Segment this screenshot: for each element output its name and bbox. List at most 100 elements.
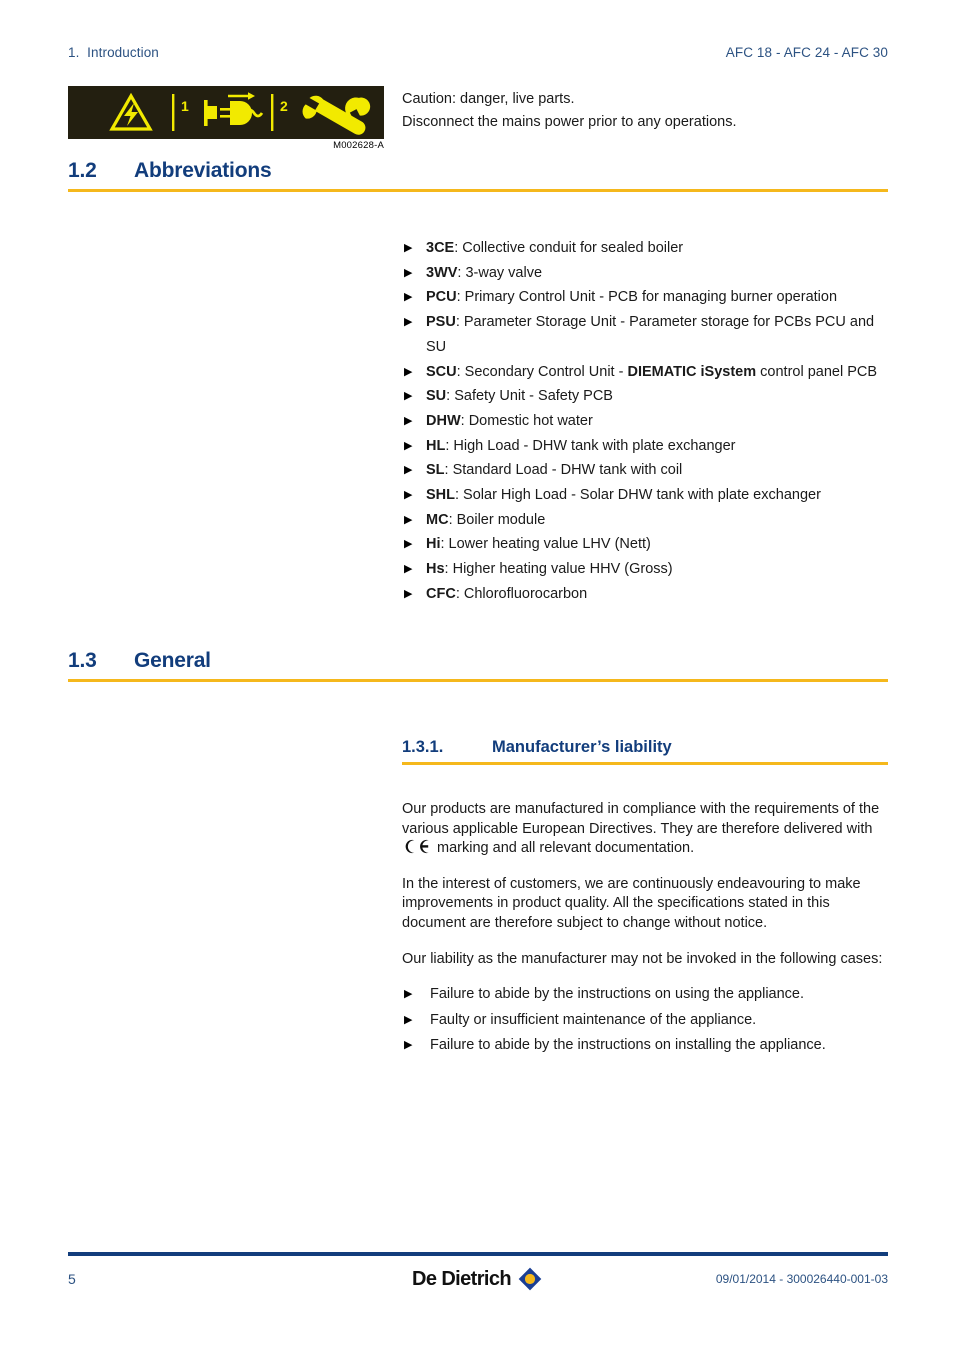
abbreviation-term: DHW [426,412,461,429]
triangle-bullet-icon: ▶ [404,1013,413,1026]
abbreviation-item: ▶ DHW: Domestic hot water [402,409,892,434]
page-number: 5 [68,1271,76,1287]
liability-bullet-list: ▶ Failure to abide by the instructions on… [402,982,892,1059]
brand-logo: De Dietrich [268,1265,688,1293]
liability-paragraph-1-after: marking and all relevant documentation. [433,840,695,857]
abbreviation-text: HL: High Load - DHW tank with plate exch… [426,437,736,454]
triangle-bullet-icon: ▶ [404,439,413,452]
abbreviation-text: 3CE: Collective conduit for sealed boile… [426,240,684,256]
section-heading-general: 1.3 General [68,649,888,682]
triangle-bullet-icon: ▶ [404,414,413,427]
header-chapter-label: 1. Introduction [68,45,159,60]
abbreviation-item: ▶ CFC: Chlorofluorocarbon [402,582,892,607]
triangle-bullet-icon: ▶ [404,316,413,329]
subsection-heading-liability: 1.3.1. Manufacturer’s liability [402,738,888,765]
warning-pictogram-block: 1 2 M002628-A [68,86,384,152]
triangle-bullet-icon: ▶ [404,587,413,600]
abbreviation-term: CFC [426,585,456,602]
abbreviation-text: Hs: Higher heating value HHV (Gross) [426,561,673,578]
liability-bullet-text: Failure to abide by the instructions on … [430,986,805,1003]
liability-bullet-item: ▶ Failure to abide by the instructions on… [402,982,892,1008]
document-page: 1. Introduction AFC 18 - AFC 24 - AFC 30… [0,0,954,1350]
abbreviation-item: ▶ MC: Boiler module [402,508,892,533]
abbreviation-item: ▶ SU: Safety Unit - Safety PCB [402,384,892,409]
abbreviation-emphasis: DIEMATIC iSystem [627,363,757,380]
abbreviation-term: MC [426,511,449,528]
warning-figure-caption: M002628-A [333,140,384,151]
abbreviation-item: ▶ Hs: Higher heating value HHV (Gross) [402,557,892,582]
abbreviation-text: Hi: Lower heating value LHV (Nett) [426,536,651,553]
abbreviation-text: PSU: Parameter Storage Unit - Parameter … [426,314,875,355]
liability-paragraph-1: Our products are manufactured in complia… [402,800,892,859]
diamond-logo-icon [518,1267,542,1291]
liability-paragraph-1-before: Our products are manufactured in complia… [402,801,880,837]
abbreviation-item: ▶ HL: High Load - DHW tank with plate exc… [402,434,892,459]
liability-body: Our products are manufactured in complia… [402,800,892,1059]
abbreviation-text: SCU: Secondary Control Unit - DIEMATIC i… [426,363,878,380]
abbreviation-item: ▶ PSU: Parameter Storage Unit - Parameter… [402,310,892,359]
warning-text-line-1: Caution: danger, live parts. [402,91,575,107]
page-header: 1. Introduction AFC 18 - AFC 24 - AFC 30 [68,45,888,60]
section-number: 1.3 [68,649,97,672]
triangle-bullet-icon: ▶ [404,291,413,304]
triangle-bullet-icon: ▶ [404,538,413,551]
abbreviation-term: SU [426,388,447,405]
section-title: Abbreviations [134,159,272,182]
section-number: 1.2 [68,159,97,182]
abbreviation-item: ▶ PCU: Primary Control Unit - PCB for man… [402,285,892,310]
abbreviation-text: SU: Safety Unit - Safety PCB [426,388,613,405]
warning-text: Caution: danger, live parts. Disconnect … [402,88,892,134]
liability-paragraph-3: Our liability as the manufacturer may no… [402,950,883,967]
abbreviation-item: ▶ SHL: Solar High Load - Solar DHW tank w… [402,483,892,508]
triangle-bullet-icon: ▶ [404,513,413,526]
triangle-bullet-icon: ▶ [404,1039,413,1052]
liability-bullet-item: ▶ Faulty or insufficient maintenance of t… [402,1008,892,1034]
liability-bullet-text: Faulty or insufficient maintenance of th… [430,1011,757,1028]
abbreviation-text: 3WV: 3-way valve [426,264,543,281]
liability-paragraph-2: In the interest of customers, we are con… [402,875,861,931]
section-rule [68,189,888,192]
triangle-bullet-icon: ▶ [404,464,413,477]
triangle-bullet-icon: ▶ [404,266,413,279]
abbreviation-item: ▶ SL: Standard Load - DHW tank with coil [402,458,892,483]
triangle-bullet-icon: ▶ [404,489,413,502]
electrical-hazard-icon: 1 2 [68,86,384,139]
subsection-rule [402,762,888,765]
abbreviation-term: 3WV [426,264,458,281]
section-title: General [134,649,211,672]
section-heading-abbreviations: 1.2 Abbreviations [68,159,888,192]
triangle-bullet-icon: ▶ [404,988,413,1001]
header-product-label: AFC 18 - AFC 24 - AFC 30 [725,45,888,60]
abbreviation-text: CFC: Chlorofluorocarbon [426,585,588,602]
abbreviation-term: PCU [426,289,457,306]
triangle-bullet-icon: ▶ [404,242,413,254]
abbreviation-term: HL [426,437,446,454]
subsection-number: 1.3.1. [402,738,444,756]
abbreviation-text: PCU: Primary Control Unit - PCB for mana… [426,289,838,306]
abbreviation-item: ▶ Hi: Lower heating value LHV (Nett) [402,532,892,557]
ce-marking-icon [405,840,429,854]
abbreviation-term: Hs [426,561,445,578]
abbreviation-term: SL [426,462,445,479]
abbreviation-text: SHL: Solar High Load - Solar DHW tank wi… [426,487,821,504]
abbreviation-item: ▶ SCU: Secondary Control Unit - DIEMATIC … [402,360,892,385]
document-reference: 09/01/2014 - 300026440-001-03 [715,1272,888,1286]
abbreviation-term: Hi [426,536,441,553]
section-rule [68,679,888,682]
abbreviation-term: PSU [426,314,456,331]
liability-bullet-item: ▶ Failure to abide by the instructions on… [402,1033,892,1059]
abbreviation-text: SL: Standard Load - DHW tank with coil [426,462,683,479]
abbreviation-text: DHW: Domestic hot water [426,412,593,429]
abbreviation-term: 3CE [426,240,455,256]
svg-text:2: 2 [280,98,288,114]
abbreviation-text: MC: Boiler module [426,511,546,528]
abbreviations-list: ▶ 3CE: Collective conduit for sealed boil… [402,236,892,607]
abbreviation-term: SCU [426,363,457,380]
triangle-bullet-icon: ▶ [404,563,413,576]
triangle-bullet-icon: ▶ [404,365,413,378]
svg-text:1: 1 [181,98,189,114]
abbreviation-term: SHL [426,487,455,504]
brand-logo-text: De Dietrich [412,1267,512,1290]
abbreviation-item: ▶ 3WV: 3-way valve [402,261,892,286]
warning-text-line-2: Disconnect the mains power prior to any … [402,114,737,130]
